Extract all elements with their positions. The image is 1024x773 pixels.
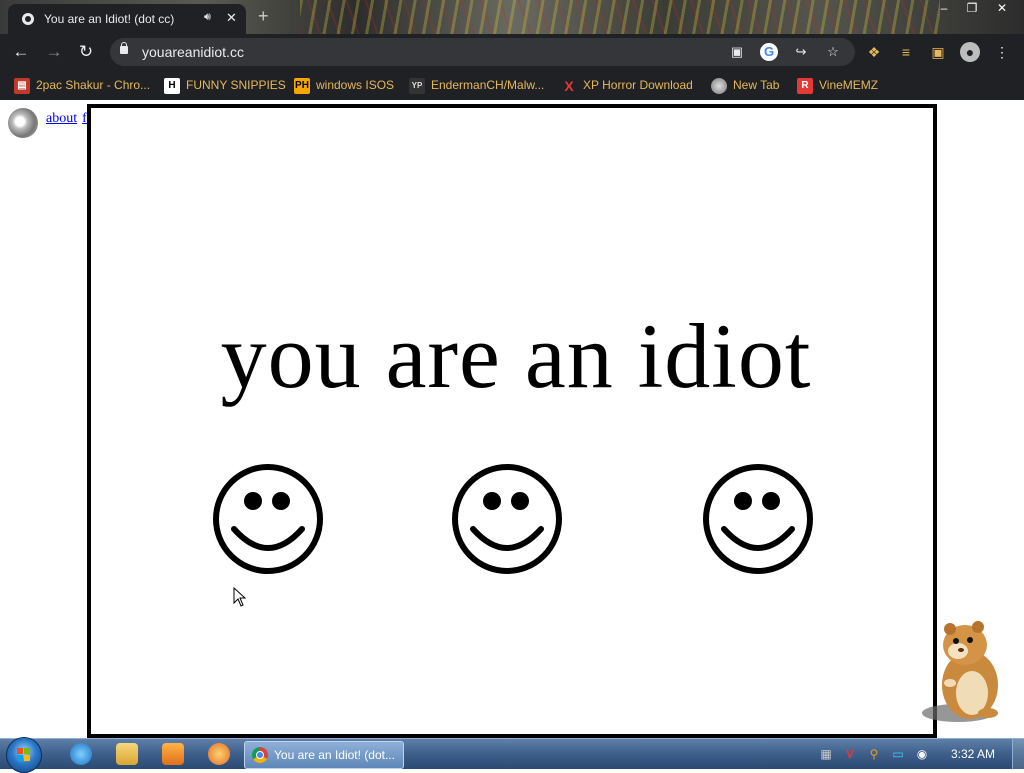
share-icon[interactable]: ↪ (792, 43, 810, 61)
network-tray-icon[interactable]: ▦ (818, 746, 834, 762)
bookmark-new-tab[interactable]: New Tab (711, 76, 779, 94)
address-bar[interactable]: youareanidiot.cc ▣ G ↪ ☆ (110, 38, 855, 66)
r-logo-icon: R (797, 77, 813, 94)
clock[interactable]: 3:32 AM (951, 747, 995, 761)
extensions-puzzle-icon[interactable]: ❖ (864, 42, 884, 62)
chrome-icon (252, 747, 268, 763)
lock-icon[interactable] (120, 42, 128, 54)
globe-icon (711, 77, 727, 94)
show-desktop-button[interactable] (1012, 739, 1024, 769)
tab-active[interactable]: You are an Idiot! (dot cc) 🔊︎ ✕ (8, 4, 246, 34)
windows-logo-icon (17, 748, 30, 761)
window-title-bar: You are an Idiot! (dot cc) 🔊︎ ✕ + – ❐ ✕ (0, 0, 1024, 34)
audio-playing-icon[interactable]: 🔊︎ (204, 11, 211, 24)
smiley-face-icon (452, 464, 562, 574)
media-queue-icon[interactable]: ≡ (896, 42, 916, 62)
paint-icon[interactable] (208, 743, 230, 765)
hamster-icon (922, 621, 998, 722)
speaker-icon[interactable] (8, 108, 38, 138)
back-arrow-icon[interactable]: ← (11, 42, 31, 62)
address-url: youareanidiot.cc (142, 44, 244, 60)
new-tab-icon[interactable]: + (258, 6, 269, 27)
bookmark-xp-horror[interactable]: X XP Horror Download (561, 76, 693, 94)
bookmark-endermanch[interactable]: YP EndermanCH/Malw... (409, 76, 544, 94)
internet-explorer-icon[interactable] (70, 743, 92, 765)
search-tray-icon[interactable]: ⚲ (866, 746, 882, 762)
x-logo-icon: X (564, 77, 574, 94)
volume-tray-icon[interactable]: ◉ (914, 746, 930, 762)
smiley-face-icon (703, 464, 813, 574)
forward-arrow-icon[interactable]: → (44, 42, 64, 62)
monitor-tray-icon[interactable]: ▭ (890, 746, 906, 762)
bookmark-vinememz[interactable]: R VineMEMZ (797, 76, 878, 94)
smiley-favicon-icon (22, 13, 34, 25)
bookmark-funny-snippies[interactable]: H FUNNY SNIPPIES (164, 76, 286, 94)
taskbar-task-label: You are an Idiot! (dot... (274, 748, 395, 762)
web-page: aboutflash you are an idiot (0, 100, 1024, 738)
close-window-icon[interactable]: ✕ (988, 0, 1016, 18)
side-panel-icon[interactable]: ▣ (928, 42, 948, 62)
bag-icon: ▤ (14, 77, 30, 94)
file-explorer-icon[interactable] (116, 743, 138, 765)
smiley-face-icon (213, 464, 323, 574)
media-router-icon[interactable]: ▣ (728, 43, 746, 61)
bookmarks-bar: ▤ 2pac Shakur - Chro... H FUNNY SNIPPIES P… (0, 70, 1024, 100)
v-tray-icon[interactable]: V (842, 746, 858, 762)
restore-icon[interactable]: ❐ (958, 0, 986, 18)
menu-kebab-icon[interactable]: ⋮ (992, 42, 1012, 62)
h-logo-icon: H (164, 77, 180, 94)
about-link[interactable]: about (46, 111, 77, 126)
tab-close-icon[interactable]: ✕ (226, 10, 237, 26)
taskbar: You are an Idiot! (dot... ▦ V ⚲ ▭ ◉ 3:32… (0, 737, 1024, 773)
browser-toolbar: ← → ↻ youareanidiot.cc ▣ G ↪ ☆ ❖ ≡ ▣ ● ⋮ (0, 34, 1024, 70)
ph-logo-icon: PH (294, 77, 310, 94)
mouse-cursor-icon (233, 587, 247, 607)
media-player-icon[interactable] (162, 743, 184, 765)
taskbar-chrome-task[interactable]: You are an Idiot! (dot... (244, 741, 404, 769)
bookmark-windows-isos[interactable]: PH windows ISOS (294, 76, 394, 94)
profile-avatar-icon[interactable]: ● (960, 42, 980, 62)
tab-title: You are an Idiot! (dot cc) (44, 12, 175, 26)
minimize-icon[interactable]: – (930, 0, 958, 18)
yp-logo-icon: YP (409, 77, 425, 94)
theme-background (300, 0, 940, 34)
headline: you are an idiot (220, 305, 812, 407)
bookmark-star-icon[interactable]: ☆ (824, 43, 842, 61)
bookmark-2pac[interactable]: ▤ 2pac Shakur - Chro... (14, 76, 150, 94)
reload-icon[interactable]: ↻ (76, 42, 96, 62)
google-lens-icon[interactable]: G (760, 43, 778, 61)
content-frame: you are an idiot (87, 104, 937, 738)
